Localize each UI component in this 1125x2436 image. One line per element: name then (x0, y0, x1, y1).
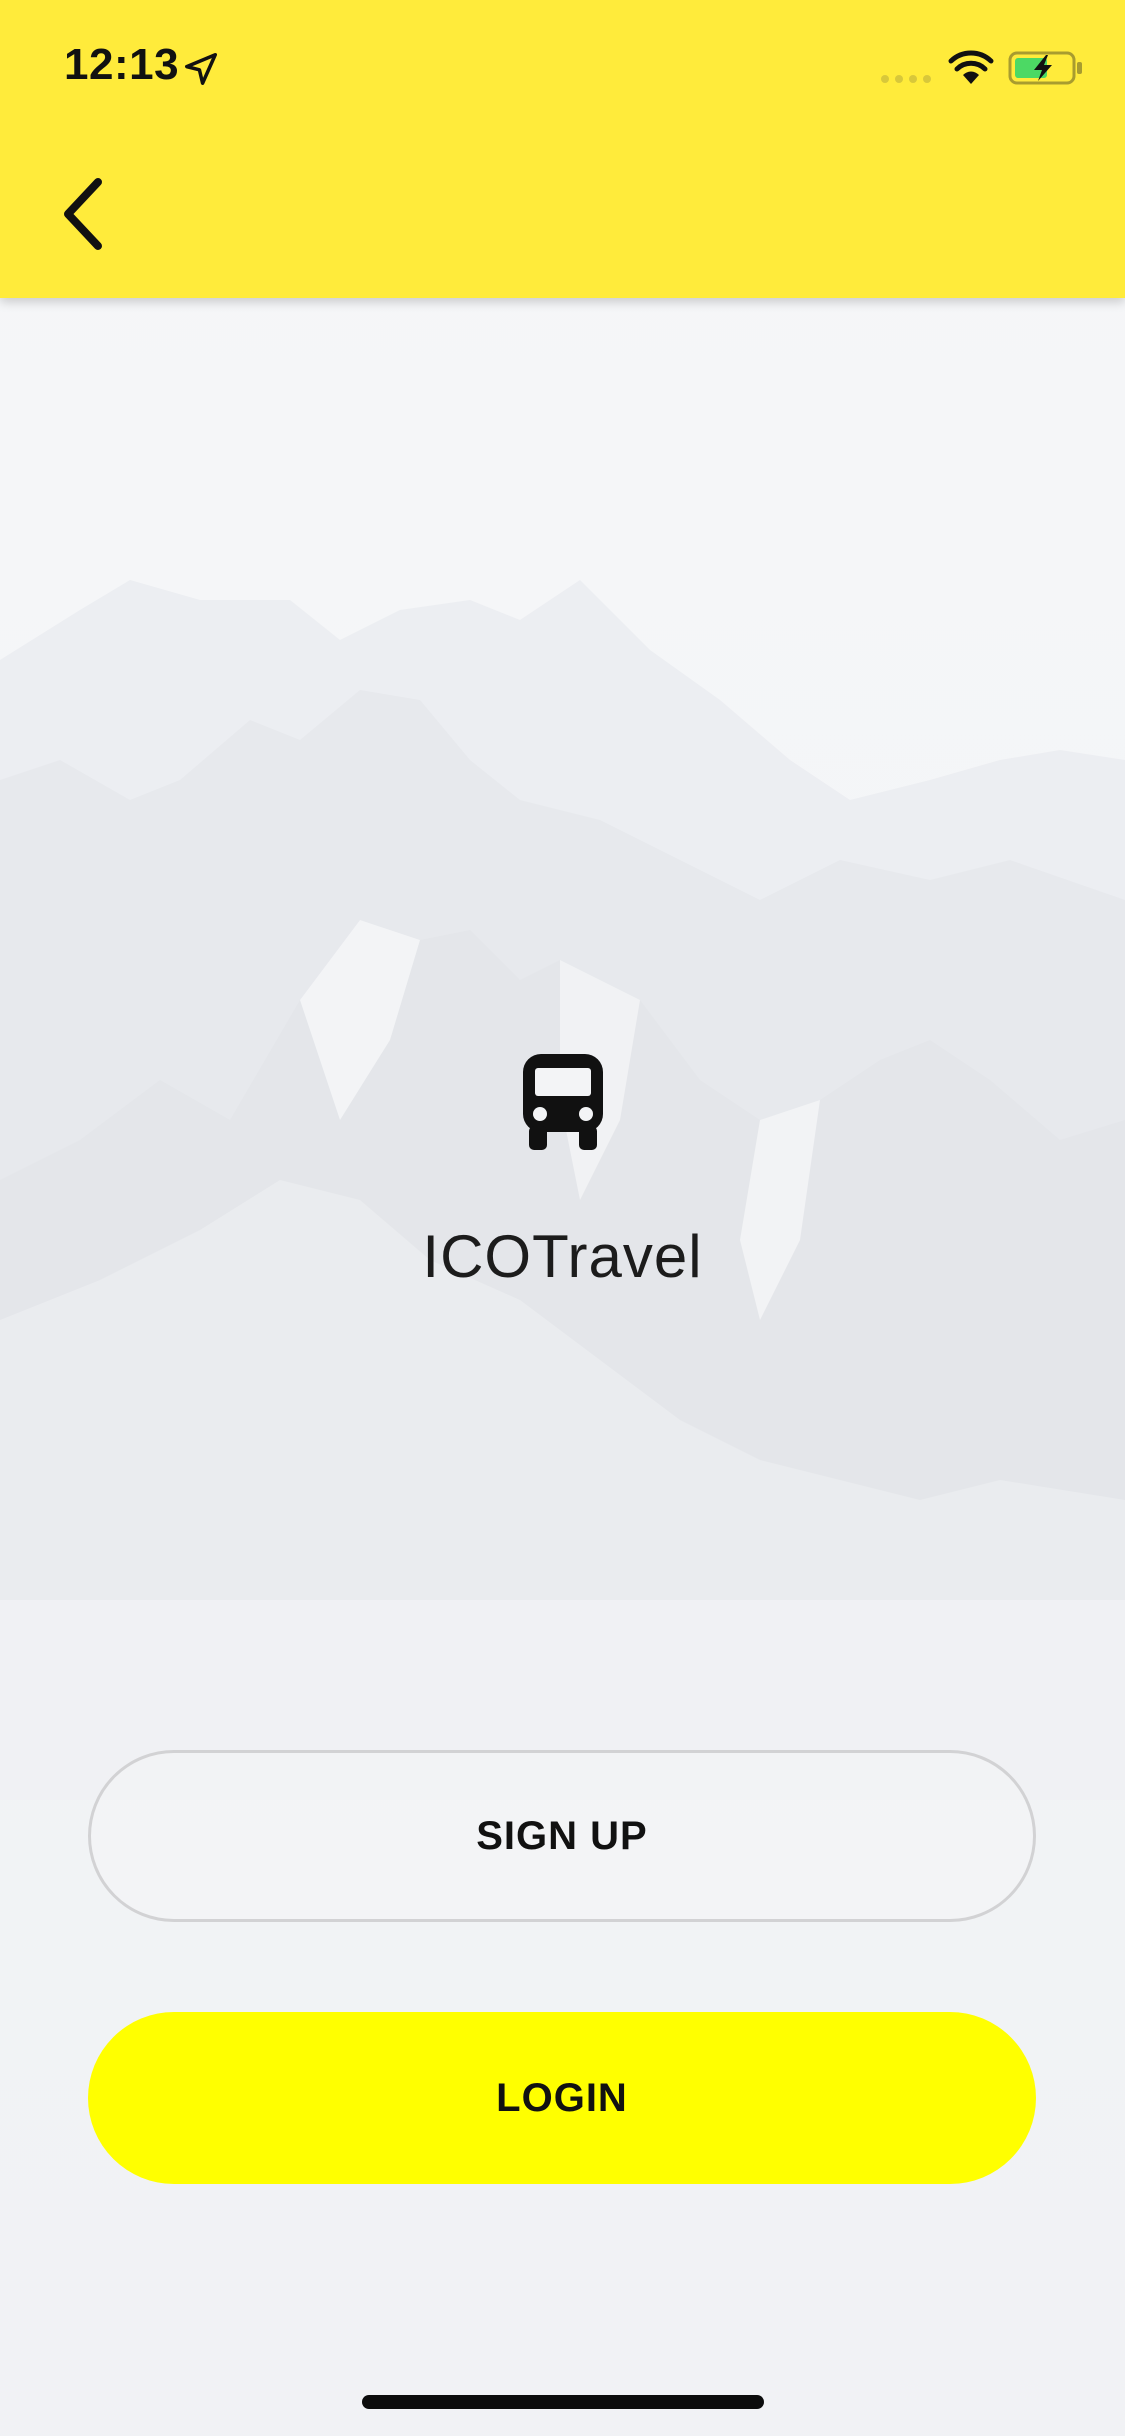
home-indicator[interactable] (362, 2395, 764, 2409)
chevron-left-icon (64, 178, 102, 250)
location-arrow-icon (185, 53, 217, 85)
app-header: 12:13 (0, 0, 1125, 298)
app-name: ICOTravel (422, 1223, 703, 1290)
signup-button[interactable]: SIGN UP (88, 1750, 1036, 1922)
login-button-label: LOGIN (496, 2075, 628, 2120)
cellular-signal-icon (881, 75, 931, 83)
login-button[interactable]: LOGIN (88, 2012, 1036, 2184)
back-button[interactable] (54, 176, 114, 252)
signup-button-label: SIGN UP (476, 1813, 648, 1858)
status-time: 12:13 (64, 40, 180, 89)
brand-block: ICOTravel (0, 1050, 1125, 1291)
battery-charging-icon (1008, 51, 1082, 85)
bus-icon (522, 1054, 603, 1150)
wifi-icon (948, 50, 994, 84)
